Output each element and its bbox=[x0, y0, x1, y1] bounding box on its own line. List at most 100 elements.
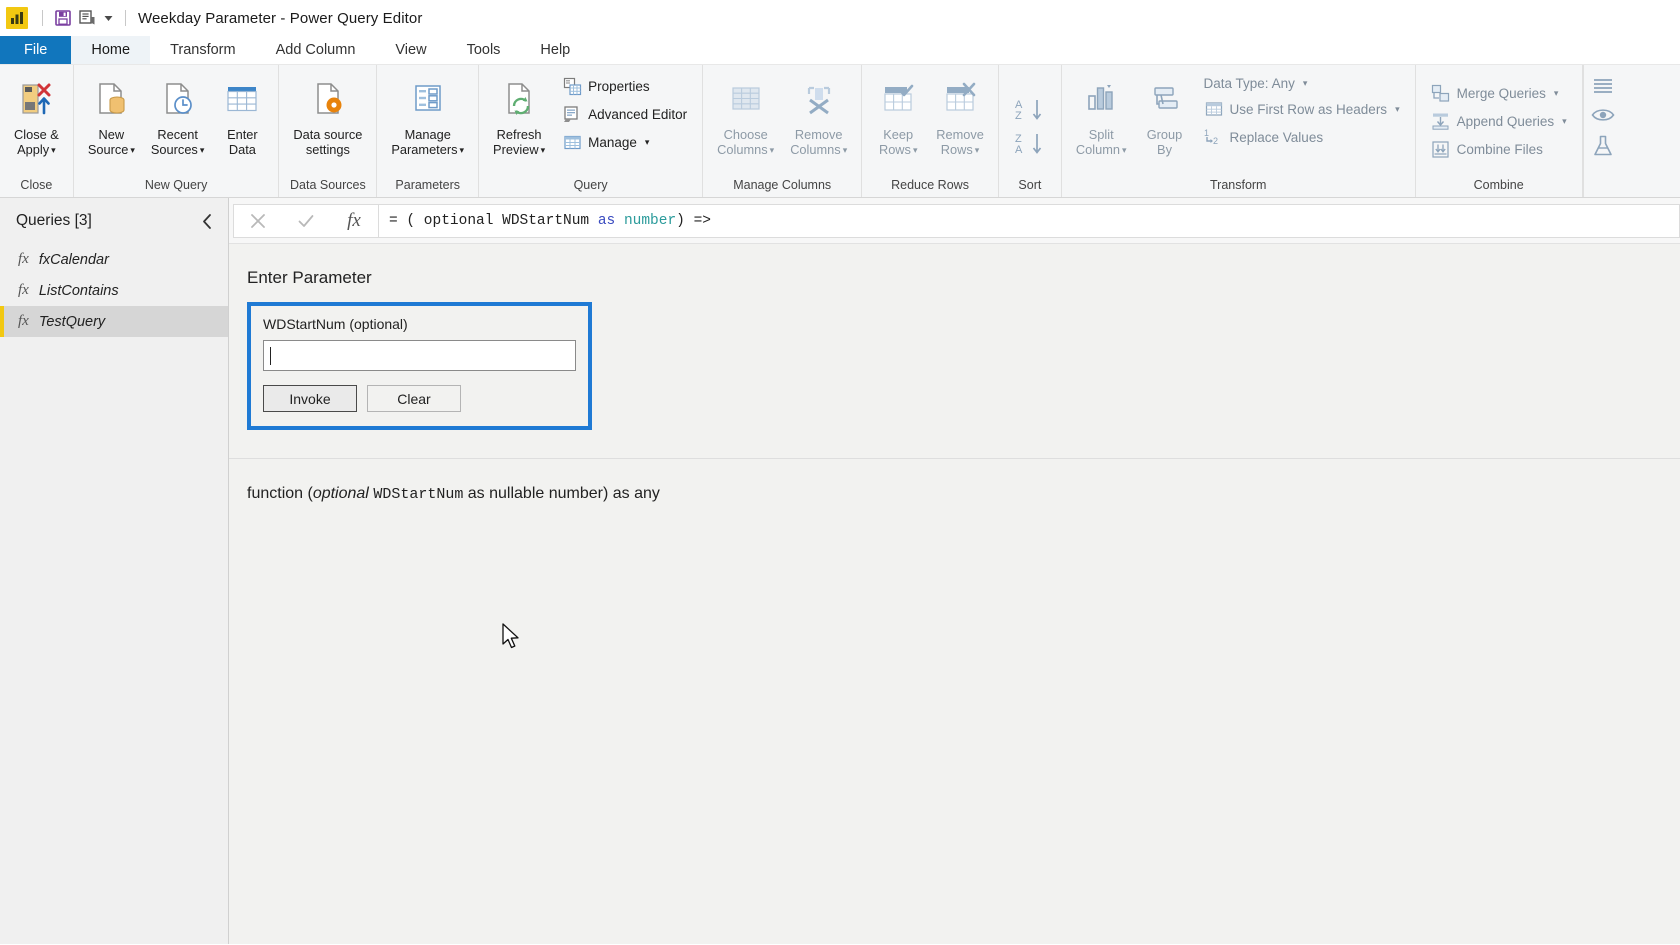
close-and-apply-icon bbox=[14, 73, 58, 127]
svg-text:A: A bbox=[1015, 144, 1023, 156]
keep-rows-icon bbox=[876, 73, 920, 127]
mouse-pointer bbox=[501, 623, 521, 651]
formula-bar: fx = ( optional WDStartNum as number) => bbox=[229, 198, 1680, 244]
close-icon[interactable] bbox=[234, 205, 282, 237]
formula-bar-buttons: fx bbox=[233, 203, 378, 238]
chevron-down-icon: ▾ bbox=[644, 136, 650, 147]
check-icon[interactable] bbox=[282, 205, 330, 237]
query-item-testquery[interactable]: fx TestQuery bbox=[0, 306, 228, 337]
replace-values-label: Replace Values bbox=[1229, 129, 1324, 145]
tab-transform[interactable]: Transform bbox=[150, 36, 256, 64]
new-source-icon bbox=[89, 73, 133, 127]
split-column-icon bbox=[1079, 73, 1123, 127]
beaker-icon[interactable] bbox=[1593, 135, 1613, 157]
properties-button[interactable]: Properties bbox=[557, 74, 692, 98]
chevron-left-icon[interactable] bbox=[201, 213, 214, 230]
queries-pane-header: Queries [3] bbox=[0, 198, 228, 242]
chevron-down-icon: ▾ bbox=[842, 144, 848, 155]
parameter-buttons: Invoke Clear bbox=[263, 385, 576, 412]
formula-input[interactable]: = ( optional WDStartNum as number) => bbox=[378, 203, 1680, 238]
sort-descending-button[interactable]: ZA bbox=[1013, 131, 1047, 157]
tab-file[interactable]: File bbox=[0, 36, 72, 64]
signature-param: WDStartNum bbox=[373, 486, 464, 503]
new-source-button[interactable]: New Source ▾ bbox=[80, 69, 143, 157]
print-icon[interactable] bbox=[75, 6, 99, 30]
data-source-settings-label: Data source settings bbox=[293, 127, 363, 157]
titlebar-divider-1 bbox=[42, 10, 43, 26]
tab-help[interactable]: Help bbox=[520, 36, 590, 64]
parameter-field-label: WDStartNum (optional) bbox=[263, 316, 408, 332]
chevron-down-icon: ▾ bbox=[459, 144, 465, 155]
tab-add-column[interactable]: Add Column bbox=[256, 36, 376, 64]
use-first-row-as-headers-button[interactable]: Use First Row as Headers ▾ bbox=[1199, 97, 1405, 121]
group-by-button[interactable]: Group By bbox=[1135, 69, 1195, 157]
tab-tools[interactable]: Tools bbox=[447, 36, 521, 64]
ribbon: Close & Apply ▾ Close New Source ▾ Recen… bbox=[0, 65, 1680, 198]
query-item-listcontains[interactable]: fx ListContains bbox=[0, 275, 228, 306]
ribbon-group-data-sources-label: Data Sources bbox=[290, 178, 366, 192]
manage-parameters-button[interactable]: Manage Parameters ▾ bbox=[383, 69, 472, 157]
ribbon-group-query: Refresh Preview ▾ Properties Advanced Edi… bbox=[479, 65, 704, 197]
list-icon[interactable] bbox=[1592, 77, 1614, 95]
chevron-down-icon: ▾ bbox=[1121, 144, 1127, 155]
append-queries-button[interactable]: Append Queries ▾ bbox=[1426, 109, 1572, 133]
properties-icon bbox=[562, 76, 582, 96]
customize-quick-access-chevron-down-icon[interactable] bbox=[99, 6, 117, 30]
queries-pane-title: Queries [3] bbox=[16, 212, 92, 229]
page-title: Enter Parameter bbox=[247, 268, 372, 287]
titlebar-divider-2 bbox=[125, 10, 126, 26]
fx-icon: fx bbox=[18, 251, 29, 267]
refresh-preview-icon bbox=[497, 73, 541, 127]
split-column-button[interactable]: Split Column ▾ bbox=[1068, 69, 1135, 157]
keep-rows-button[interactable]: Keep Rows ▾ bbox=[868, 69, 928, 157]
chevron-down-icon: ▾ bbox=[1302, 78, 1308, 88]
choose-columns-button[interactable]: Choose Columns ▾ bbox=[709, 69, 782, 157]
enter-data-label: Enter Data bbox=[227, 127, 258, 157]
wdstartnum-input[interactable] bbox=[263, 340, 576, 371]
ribbon-group-parameters-label: Parameters bbox=[395, 178, 461, 192]
merge-queries-button[interactable]: Merge Queries ▾ bbox=[1426, 81, 1572, 105]
save-icon[interactable] bbox=[51, 6, 75, 30]
combine-files-button[interactable]: Combine Files bbox=[1426, 137, 1572, 161]
keep-rows-label: Keep Rows ▾ bbox=[878, 127, 918, 157]
tab-home[interactable]: Home bbox=[71, 36, 151, 64]
choose-columns-icon bbox=[724, 73, 768, 127]
data-source-settings-button[interactable]: Data source settings bbox=[285, 69, 370, 157]
ribbon-tab-strip: File Home Transform Add Column View Tool… bbox=[0, 36, 1680, 65]
ribbon-group-reduce-rows: Keep Rows ▾ Remove Rows ▾ Reduce Rows bbox=[862, 65, 999, 197]
signature-optional: optional bbox=[312, 485, 369, 502]
sort-ascending-button[interactable]: AZ bbox=[1013, 97, 1047, 123]
append-queries-label: Append Queries bbox=[1456, 113, 1555, 129]
manage-parameters-icon bbox=[406, 73, 450, 127]
remove-columns-label: Remove Columns ▾ bbox=[790, 127, 848, 157]
combine-files-icon bbox=[1431, 139, 1451, 159]
tab-view[interactable]: View bbox=[375, 36, 446, 64]
remove-columns-button[interactable]: Remove Columns ▾ bbox=[782, 69, 855, 157]
manage-button[interactable]: Manage ▾ bbox=[557, 130, 692, 154]
fx-icon[interactable]: fx bbox=[330, 205, 378, 237]
clear-button[interactable]: Clear bbox=[367, 385, 461, 412]
query-item-fxcalendar[interactable]: fx fxCalendar bbox=[0, 244, 228, 275]
query-item-label: fxCalendar bbox=[38, 251, 109, 268]
enter-data-button[interactable]: Enter Data bbox=[212, 69, 272, 157]
remove-rows-icon bbox=[938, 73, 982, 127]
remove-rows-button[interactable]: Remove Rows ▾ bbox=[928, 69, 992, 157]
group-by-icon bbox=[1143, 73, 1187, 127]
ribbon-group-data-sources: Data source settings Data Sources bbox=[279, 65, 378, 197]
svg-text:1: 1 bbox=[1204, 128, 1209, 138]
ribbon-group-combine: Merge Queries ▾ Append Queries ▾ Combine… bbox=[1416, 65, 1583, 197]
data-type-button[interactable]: Data Type: Any ▾ bbox=[1199, 74, 1405, 93]
merge-queries-label: Merge Queries bbox=[1456, 85, 1546, 101]
merge-queries-icon bbox=[1431, 83, 1451, 103]
ribbon-group-parameters: Manage Parameters ▾ Parameters bbox=[377, 65, 480, 197]
refresh-preview-button[interactable]: Refresh Preview ▾ bbox=[485, 69, 553, 157]
replace-values-button[interactable]: 12 Replace Values bbox=[1199, 125, 1405, 149]
chevron-down-icon: ▾ bbox=[912, 144, 918, 155]
combine-files-label: Combine Files bbox=[1456, 141, 1543, 157]
eye-icon[interactable] bbox=[1591, 107, 1615, 123]
close-and-apply-button[interactable]: Close & Apply ▾ bbox=[6, 69, 67, 157]
recent-sources-button[interactable]: Recent Sources ▾ bbox=[143, 69, 212, 157]
main-area: Queries [3] fx fxCalendar fx ListContain… bbox=[0, 198, 1680, 944]
advanced-editor-button[interactable]: Advanced Editor bbox=[557, 102, 692, 126]
invoke-button[interactable]: Invoke bbox=[263, 385, 357, 412]
